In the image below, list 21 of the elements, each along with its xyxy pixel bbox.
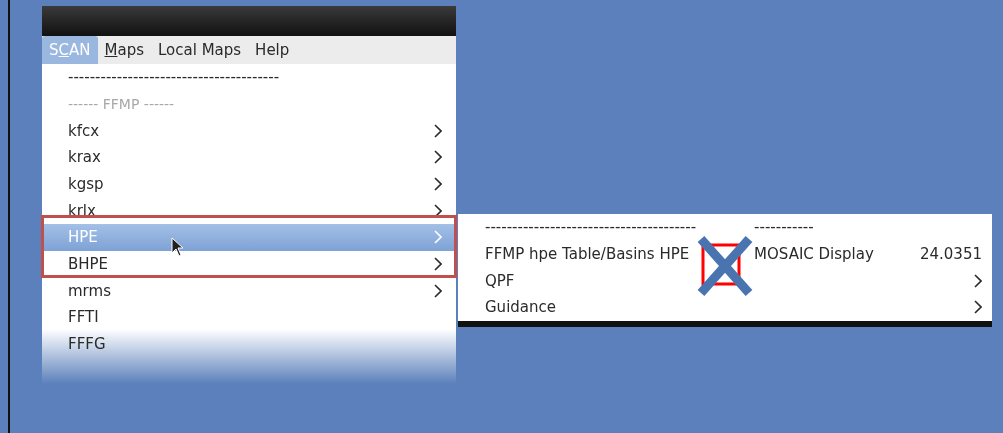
menu-separator: ----------- bbox=[754, 217, 815, 239]
menu-title[interactable]: Help bbox=[248, 36, 297, 64]
menu-item[interactable]: FFFG bbox=[42, 330, 456, 358]
menu-item[interactable]: kfcx bbox=[42, 117, 456, 144]
menu-title[interactable]: Local Maps bbox=[151, 36, 249, 64]
menu-item[interactable]: krax bbox=[42, 143, 456, 171]
menu-item-label[interactable]: MOSAIC Display bbox=[754, 240, 874, 268]
cross-out-drawing bbox=[696, 234, 755, 297]
menu-item[interactable]: kgsp bbox=[42, 170, 456, 198]
menu-item-label[interactable]: FFMP hpe Table/Basins HPE bbox=[485, 240, 697, 268]
menu-item[interactable]: FFTI bbox=[42, 303, 456, 331]
menu-separator: --------------------------------------- bbox=[485, 217, 697, 239]
menu-item[interactable]: QPF bbox=[458, 267, 992, 294]
cursor-icon bbox=[171, 237, 185, 257]
menu-item[interactable]: Guidance bbox=[458, 293, 992, 321]
menu-item[interactable]: BHPE bbox=[42, 250, 456, 278]
menu-title[interactable]: Maps bbox=[97, 36, 151, 64]
menu-header: ------ FFMP ------ bbox=[67, 95, 176, 114]
menu-separator: --------------------------------------- bbox=[67, 67, 281, 89]
menu-item-value: 24.0351 bbox=[918, 244, 982, 265]
menu-item[interactable]: mrms bbox=[42, 277, 456, 304]
